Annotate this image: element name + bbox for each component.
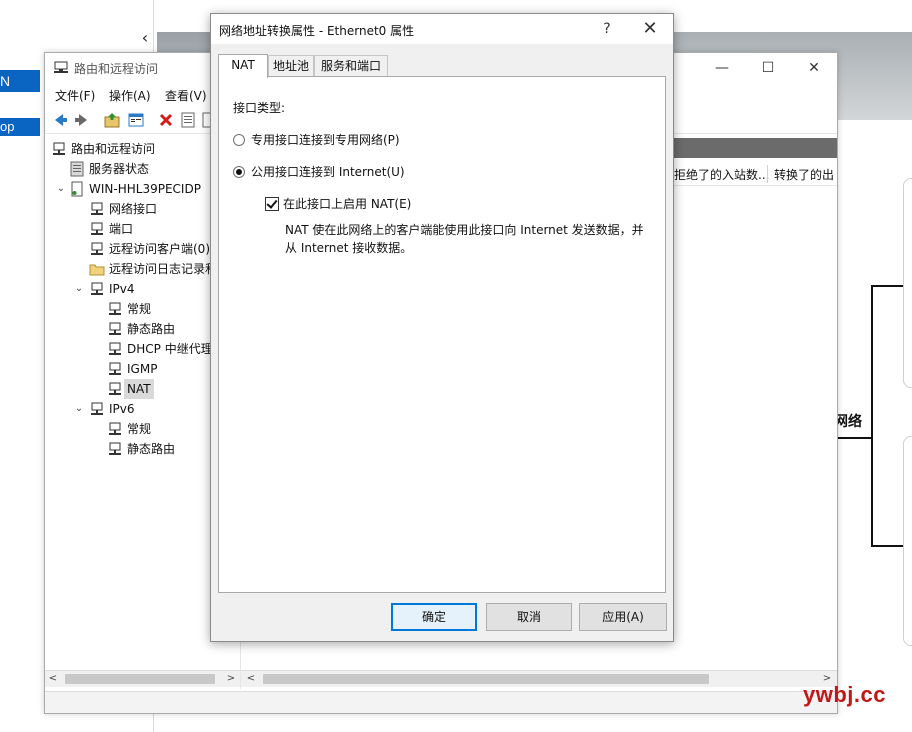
tree-item-label: 常规 xyxy=(127,302,152,316)
folder-icon xyxy=(89,261,105,277)
network-node-icon xyxy=(107,301,123,317)
interface-type-label: 接口类型: xyxy=(233,101,286,115)
tree-item-label: 端口 xyxy=(109,222,134,236)
scroll-left-arrow-icon[interactable]: < xyxy=(45,671,61,687)
radio-button[interactable] xyxy=(233,134,245,146)
tree-item-label: 路由和远程访问 xyxy=(71,142,156,156)
dialog-title: 网络地址转换属性 - Ethernet0 属性 xyxy=(219,24,415,38)
scrollbar-thumb[interactable] xyxy=(263,674,709,684)
tree-item-label: DHCP 中继代理 xyxy=(127,342,213,356)
tree-item-label: WIN-HHL39PECIDP xyxy=(89,182,201,196)
network-node-icon xyxy=(89,401,105,417)
ok-button[interactable]: 确定 xyxy=(391,603,477,631)
scroll-left-arrow-icon[interactable]: < xyxy=(243,671,259,687)
network-node-icon xyxy=(107,341,123,357)
column-inbound-rejected[interactable]: 拒绝了的入站数... xyxy=(674,166,769,183)
back-arrow-icon[interactable] xyxy=(51,111,69,129)
statusbar xyxy=(45,691,837,713)
cancel-button[interactable]: 取消 xyxy=(486,603,572,631)
diagram-card xyxy=(903,178,912,388)
menu-action[interactable]: 操作(A) xyxy=(109,87,151,104)
scrollbar-thumb[interactable] xyxy=(65,674,215,684)
enable-nat-label: 在此接口上启用 NAT(E) xyxy=(283,197,412,211)
show-hide-pane-icon[interactable] xyxy=(127,111,145,129)
background-left-tab[interactable]: N xyxy=(0,70,40,92)
diagram-connector xyxy=(871,545,903,547)
diagram-connector xyxy=(836,437,872,439)
network-node-icon xyxy=(107,321,123,337)
network-node-icon xyxy=(107,441,123,457)
background-right-top xyxy=(154,0,912,8)
desktop: N op ‹ 网络 路由和远程访问 — ☐ ✕ 文件(F) 操作(A) 查看(V… xyxy=(0,0,912,732)
apply-button[interactable]: 应用(A) xyxy=(579,603,667,631)
tree-item-label: 远程访问客户端(0) xyxy=(109,242,210,256)
diagram-connector xyxy=(871,286,873,546)
forward-arrow-icon[interactable] xyxy=(73,111,91,129)
nat-tab-panel: 接口类型: 专用接口连接到专用网络(P) 公用接口连接到 Internet(U)… xyxy=(218,76,666,593)
column-separator xyxy=(767,165,768,183)
network-node-icon xyxy=(89,281,105,297)
chevron-down-icon[interactable]: ⌄ xyxy=(55,179,67,199)
column-outbound-translated[interactable]: 转换了的出 xyxy=(774,166,834,183)
tree-item-label: 网络接口 xyxy=(109,202,158,216)
watermark: ywbj.cc xyxy=(803,682,886,707)
tree-horizontal-scrollbar[interactable]: < > xyxy=(45,670,240,687)
close-button[interactable]: ✕ xyxy=(791,53,837,83)
tab-address-pool[interactable]: 地址池 xyxy=(268,55,314,77)
chevron-down-icon[interactable]: ⌄ xyxy=(73,399,85,419)
details-horizontal-scrollbar[interactable]: < > xyxy=(241,670,837,687)
tree-item-label: 服务器状态 xyxy=(89,162,150,176)
rras-window-title: 路由和远程访问 xyxy=(74,62,159,76)
background-left-selected-item[interactable]: op xyxy=(0,118,40,136)
chevron-left-icon[interactable]: ‹ xyxy=(138,28,152,48)
network-node-icon xyxy=(107,421,123,437)
nat-properties-dialog: 网络地址转换属性 - Ethernet0 属性 ? ✕ NAT 地址池 服务和端… xyxy=(210,13,674,642)
network-node-icon xyxy=(89,241,105,257)
network-node-icon xyxy=(107,381,123,397)
close-button[interactable]: ✕ xyxy=(627,14,673,44)
scroll-right-arrow-icon[interactable]: > xyxy=(223,671,239,687)
diagram-label: 网络 xyxy=(834,413,862,429)
radio-button[interactable] xyxy=(233,166,245,178)
tree-item-label: 静态路由 xyxy=(127,322,176,336)
delete-icon[interactable] xyxy=(157,111,175,129)
server-status-icon xyxy=(69,161,85,177)
menu-view[interactable]: 查看(V) xyxy=(165,87,207,104)
network-node-icon xyxy=(89,201,105,217)
maximize-button[interactable]: ☐ xyxy=(745,53,791,83)
properties-icon[interactable] xyxy=(179,111,197,129)
up-folder-icon[interactable] xyxy=(103,111,121,129)
tree-item-label: NAT xyxy=(124,379,154,399)
help-button[interactable]: ? xyxy=(593,14,621,44)
background-left-selected-label: op xyxy=(0,119,15,134)
menu-file[interactable]: 文件(F) xyxy=(55,87,95,104)
minimize-button[interactable]: — xyxy=(699,53,745,83)
tab-services-ports[interactable]: 服务和端口 xyxy=(314,55,388,77)
tree-item-label: IPv6 xyxy=(109,402,135,416)
network-node-icon xyxy=(89,221,105,237)
tree-item-label: 远程访问日志记录和 xyxy=(109,262,218,276)
chevron-down-icon[interactable]: ⌄ xyxy=(73,279,85,299)
tree-item-label: IPv4 xyxy=(109,282,135,296)
network-node-icon xyxy=(107,361,123,377)
checkbox[interactable] xyxy=(265,197,279,211)
radio-private-label: 专用接口连接到专用网络(P) xyxy=(251,133,400,147)
background-left-tab-label: N xyxy=(0,73,11,89)
tree-item-label: 静态路由 xyxy=(127,442,176,456)
network-node-icon xyxy=(54,61,68,73)
nat-description: NAT 使在此网络上的客户端能使用此接口向 Internet 发送数据，并从 I… xyxy=(285,223,644,255)
radio-public-label: 公用接口连接到 Internet(U) xyxy=(251,165,405,179)
diagram-connector xyxy=(871,285,903,287)
rras-root-icon xyxy=(51,141,67,157)
dialog-titlebar[interactable]: 网络地址转换属性 - Ethernet0 属性 ? ✕ xyxy=(211,14,673,44)
diagram-card xyxy=(903,436,912,646)
dialog-tabs: NAT 地址池 服务和端口 xyxy=(218,54,668,78)
tab-nat[interactable]: NAT xyxy=(218,54,268,78)
tree-item-label: IGMP xyxy=(127,362,158,376)
tree-item-label: 常规 xyxy=(127,422,152,436)
server-icon xyxy=(69,181,85,197)
